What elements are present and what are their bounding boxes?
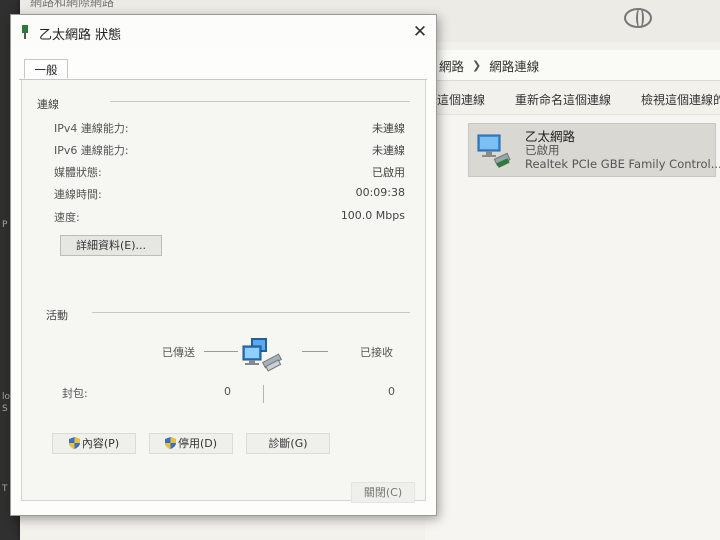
media-state-label: 媒體狀態: — [54, 166, 102, 179]
adapter-status: 已啟用 — [525, 143, 560, 157]
close-button[interactable]: 關閉(C) — [351, 482, 415, 503]
diagnose-button[interactable]: 診斷(G) — [246, 433, 330, 454]
strip-text: S — [2, 404, 8, 414]
command-toolbar: 這個連線 重新命名這個連線 檢視這個連線的 — [425, 84, 720, 115]
received-label: 已接收 — [360, 346, 393, 359]
toolbar-rename-button[interactable]: 重新命名這個連線 — [515, 91, 611, 108]
packets-sent-value: 0 — [224, 385, 231, 398]
duration-label: 連線時間: — [54, 188, 102, 201]
adapter-device: Realtek PCIe GBE Family Control... — [525, 157, 720, 171]
disable-button[interactable]: 停用(D) — [149, 433, 233, 454]
chevron-right-icon: ❯ — [472, 58, 482, 72]
breadcrumb-network[interactable]: 網路 — [439, 56, 464, 75]
group-divider — [110, 101, 410, 102]
sent-label: 已傳送 — [162, 346, 195, 359]
ipv6-label: IPv6 連線能力: — [54, 144, 129, 157]
ipv6-value: 未連線 — [372, 144, 405, 157]
connections-list: 乙太網路 已啟用 Realtek PCIe GBE Family Control… — [425, 115, 720, 540]
ipv4-label: IPv4 連線能力: — [54, 122, 129, 135]
activity-group-label: 活動 — [46, 309, 68, 322]
properties-button[interactable]: 內容(P) — [52, 433, 136, 454]
network-adapter-icon — [477, 134, 511, 168]
packets-label: 封包: — [62, 387, 88, 400]
strip-text: P — [2, 220, 8, 230]
activity-divider — [263, 385, 264, 403]
tab-general[interactable]: 一般 — [24, 59, 68, 79]
strip-text: lo — [2, 392, 11, 402]
connection-group-label: 連線 — [37, 98, 59, 111]
group-divider — [92, 312, 410, 313]
ipv4-value: 未連線 — [372, 122, 405, 135]
media-state-value: 已啟用 — [372, 166, 405, 179]
network-cable-icon — [22, 25, 28, 39]
packets-received-value: 0 — [388, 385, 395, 398]
speed-value: 100.0 Mbps — [340, 209, 405, 222]
dialog-title: 乙太網路 狀態 — [39, 28, 122, 43]
breadcrumb-network-connections[interactable]: 網路連線 — [489, 56, 539, 75]
sent-dash — [204, 351, 238, 352]
shield-icon — [164, 437, 176, 449]
network-activity-icon — [242, 338, 283, 372]
duration-value: 00:09:38 — [355, 186, 405, 199]
properties-label: 內容(P) — [81, 437, 120, 450]
toolbar-connection-button[interactable]: 這個連線 — [437, 91, 485, 108]
toolbar-view-status-button[interactable]: 檢視這個連線的 — [641, 91, 720, 108]
dialog-titlebar[interactable]: 乙太網路 狀態 ✕ — [11, 15, 436, 49]
details-button[interactable]: 詳細資料(E)... — [60, 235, 162, 256]
globe-icon — [624, 8, 652, 28]
close-icon[interactable]: ✕ — [407, 19, 433, 45]
ethernet-adapter-item[interactable]: 乙太網路 已啟用 Realtek PCIe GBE Family Control… — [468, 123, 720, 177]
shield-icon — [68, 437, 80, 449]
address-bar[interactable]: 網路 ❯ 網路連線 — [425, 50, 720, 81]
disable-label: 停用(D) — [177, 437, 218, 450]
tab-strip: 一般 — [19, 59, 427, 80]
speed-label: 速度: — [54, 211, 80, 224]
ethernet-status-dialog: 乙太網路 狀態 ✕ 一般 連線 IPv4 連線能力: 未連線 IPv6 連線能力… — [10, 14, 437, 516]
general-tab-panel: 連線 IPv4 連線能力: 未連線 IPv6 連線能力: 未連線 媒體狀態: 已… — [21, 80, 426, 503]
desktop: P lo S T 網路和網際網路 網路 ❯ 網路連線 這個連線 重新命名這個連線… — [0, 0, 720, 540]
bg-window-title: 網路和網際網路 — [30, 0, 115, 9]
received-dash — [302, 351, 328, 352]
strip-text: T — [2, 484, 8, 494]
